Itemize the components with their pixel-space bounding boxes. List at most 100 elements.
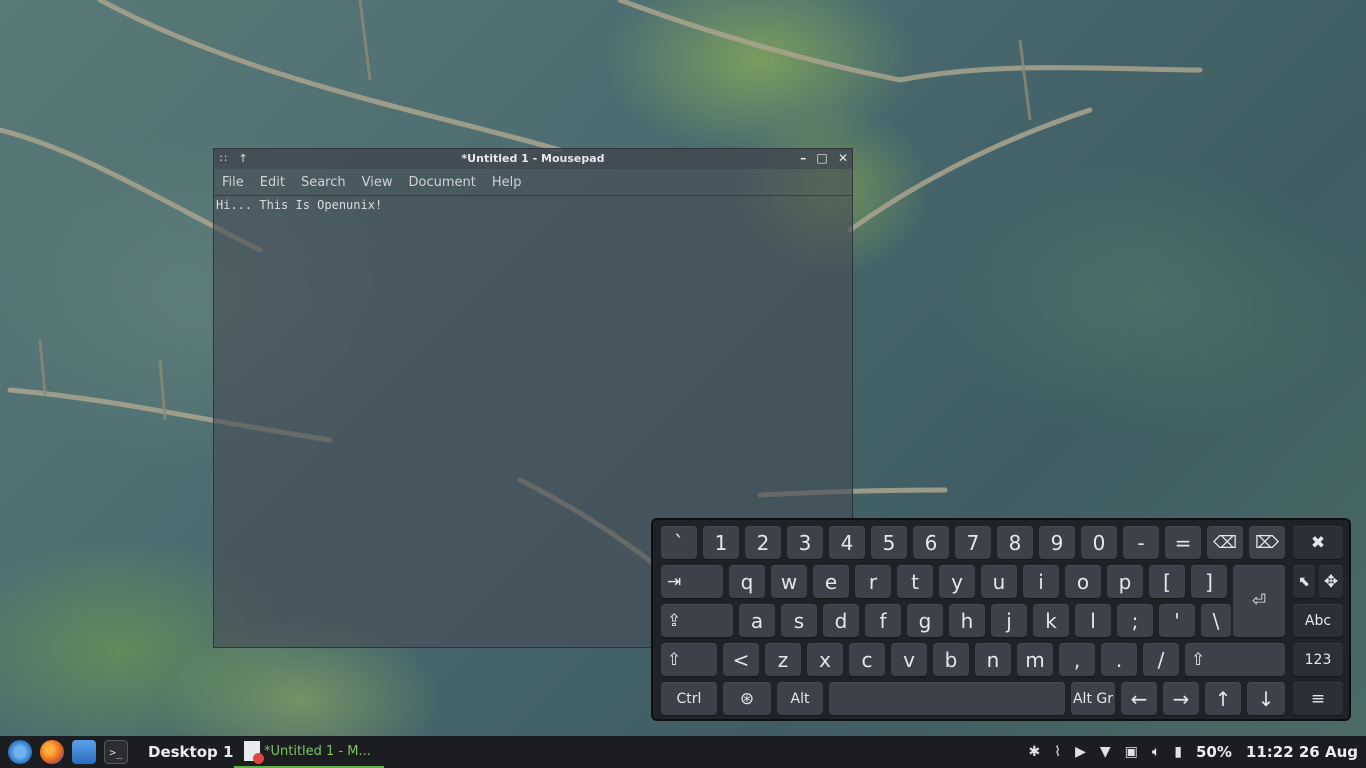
delete-icon[interactable]: ⌦ (1249, 526, 1285, 559)
key-s[interactable]: s (781, 604, 817, 637)
key-semicolon[interactable]: ; (1117, 604, 1153, 637)
key-9[interactable]: 9 (1039, 526, 1075, 559)
key-e[interactable]: e (813, 565, 849, 598)
key-z[interactable]: z (765, 643, 801, 676)
key-3[interactable]: 3 (787, 526, 823, 559)
key-7[interactable]: 7 (955, 526, 991, 559)
key-minus[interactable]: - (1123, 526, 1159, 559)
mousepad-app-icon (244, 741, 264, 764)
onscreen-keyboard: ` 1 2 3 4 5 6 7 8 9 0 - = ⌫ ⌦ ✖ ⇥ q w e … (651, 518, 1351, 721)
key-5[interactable]: 5 (871, 526, 907, 559)
key-h[interactable]: h (949, 604, 985, 637)
space-bar[interactable] (829, 682, 1065, 715)
key-quote[interactable]: ' (1159, 604, 1195, 637)
altgr-key[interactable]: Alt Gr (1071, 682, 1115, 715)
maximize-icon[interactable]: □ (816, 151, 827, 165)
workspace-label[interactable]: Desktop 1 (148, 743, 233, 761)
clock[interactable]: 11:22 26 Aug (1246, 743, 1358, 761)
key-6[interactable]: 6 (913, 526, 949, 559)
window-titlebar[interactable]: ∷ ↑ *Untitled 1 - Mousepad – □ ✕ (214, 149, 852, 169)
key-i[interactable]: i (1023, 565, 1059, 598)
key-m[interactable]: m (1017, 643, 1053, 676)
key-n[interactable]: n (975, 643, 1011, 676)
key-less[interactable]: < (723, 643, 759, 676)
super-key-icon[interactable]: ⊛ (723, 682, 771, 715)
menu-view[interactable]: View (362, 175, 393, 190)
key-4[interactable]: 4 (829, 526, 865, 559)
up-arrow-icon[interactable]: ↑ (1205, 682, 1241, 715)
right-arrow-icon[interactable]: → (1163, 682, 1199, 715)
file-manager-icon[interactable] (72, 740, 96, 764)
taskbar: >_ Desktop 1 *Untitled 1 - M... ✱ ⌇ ▶ ▼ … (0, 736, 1366, 768)
key-slash[interactable]: / (1143, 643, 1179, 676)
menu-document[interactable]: Document (408, 175, 475, 190)
shift-right-icon[interactable]: ⇧ (1185, 643, 1285, 676)
key-2[interactable]: 2 (745, 526, 781, 559)
keyboard-menu-icon[interactable]: ≡ (1293, 682, 1343, 715)
key-d[interactable]: d (823, 604, 859, 637)
menu-file[interactable]: File (222, 175, 244, 190)
window-title: *Untitled 1 - Mousepad (461, 152, 605, 165)
volume-icon[interactable]: 🔈︎ (1152, 744, 1160, 760)
key-r[interactable]: r (855, 565, 891, 598)
close-icon[interactable]: ✕ (838, 151, 848, 165)
key-b[interactable]: b (933, 643, 969, 676)
battery-icon[interactable]: ▮ (1174, 744, 1182, 760)
capslock-icon[interactable]: ⇪ (661, 604, 733, 637)
key-a[interactable]: a (739, 604, 775, 637)
down-arrow-icon[interactable]: ↓ (1247, 682, 1285, 715)
key-j[interactable]: j (991, 604, 1027, 637)
key-period[interactable]: . (1101, 643, 1137, 676)
key-w[interactable]: w (771, 565, 807, 598)
key-backtick[interactable]: ` (661, 526, 697, 559)
app-menu-icon[interactable] (8, 740, 32, 764)
bluetooth-icon[interactable]: ✱ (1029, 744, 1041, 760)
key-8[interactable]: 8 (997, 526, 1033, 559)
key-q[interactable]: q (729, 565, 765, 598)
key-1[interactable]: 1 (703, 526, 739, 559)
menu-help[interactable]: Help (492, 175, 522, 190)
left-arrow-icon[interactable]: ← (1121, 682, 1157, 715)
terminal-icon[interactable]: >_ (104, 740, 128, 764)
key-p[interactable]: p (1107, 565, 1143, 598)
key-o[interactable]: o (1065, 565, 1101, 598)
key-equals[interactable]: = (1165, 526, 1201, 559)
device-icon[interactable]: ▣ (1125, 744, 1138, 760)
key-f[interactable]: f (865, 604, 901, 637)
ctrl-key[interactable]: Ctrl (661, 682, 717, 715)
abc-layout-button[interactable]: Abc (1293, 604, 1343, 637)
paperclip-icon[interactable]: ⌇ (1054, 744, 1061, 760)
key-rbracket[interactable]: ] (1191, 565, 1227, 598)
tab-key-icon[interactable]: ⇥ (661, 565, 723, 598)
key-g[interactable]: g (907, 604, 943, 637)
key-u[interactable]: u (981, 565, 1017, 598)
alt-key[interactable]: Alt (777, 682, 823, 715)
shift-left-icon[interactable]: ⇧ (661, 643, 717, 676)
key-x[interactable]: x (807, 643, 843, 676)
firefox-icon[interactable] (40, 740, 64, 764)
backspace-icon[interactable]: ⌫ (1207, 526, 1243, 559)
key-lbracket[interactable]: [ (1149, 565, 1185, 598)
battery-percent[interactable]: 50% (1196, 743, 1232, 761)
key-l[interactable]: l (1075, 604, 1111, 637)
taskbar-item-mousepad[interactable]: *Untitled 1 - M... (234, 736, 384, 768)
key-comma[interactable]: , (1059, 643, 1095, 676)
move-icon[interactable]: ✥ (1319, 565, 1343, 598)
key-0[interactable]: 0 (1081, 526, 1117, 559)
pointer-icon[interactable]: ⬉ (1293, 565, 1315, 598)
menu-search[interactable]: Search (301, 175, 346, 190)
wifi-icon[interactable]: ▼ (1100, 744, 1111, 760)
key-y[interactable]: y (939, 565, 975, 598)
key-t[interactable]: t (897, 565, 933, 598)
menu-edit[interactable]: Edit (260, 175, 285, 190)
minimize-icon[interactable]: – (800, 151, 806, 165)
key-k[interactable]: k (1033, 604, 1069, 637)
key-c[interactable]: c (849, 643, 885, 676)
keyboard-close-icon[interactable]: ✖ (1293, 526, 1343, 559)
numeric-layout-button[interactable]: 123 (1293, 643, 1343, 676)
terminal-tray-icon[interactable]: ▶ (1075, 744, 1086, 760)
enter-key-icon[interactable]: ⏎ (1233, 565, 1285, 637)
key-v[interactable]: v (891, 643, 927, 676)
key-backslash[interactable]: \ (1201, 604, 1231, 637)
taskbar-item-label: *Untitled 1 - M... (264, 743, 371, 759)
